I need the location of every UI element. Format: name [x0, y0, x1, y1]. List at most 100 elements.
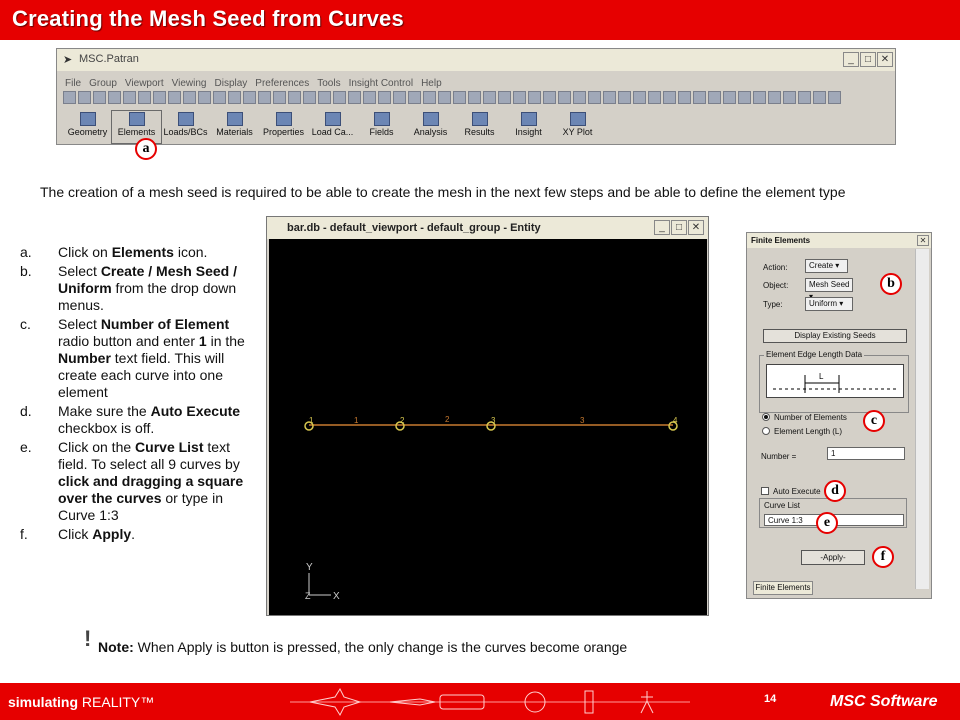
fe-close-icon[interactable]: ✕: [917, 235, 929, 246]
toolbar-icon[interactable]: [93, 91, 106, 104]
menu-item[interactable]: Preferences: [255, 78, 309, 89]
menu-item[interactable]: Group: [89, 78, 117, 89]
app-button-insight[interactable]: Insight: [504, 111, 553, 143]
toolbar-icon[interactable]: [558, 91, 571, 104]
viewport-minimize-icon[interactable]: _: [654, 220, 670, 235]
close-icon[interactable]: ✕: [877, 52, 893, 67]
toolbar-icon[interactable]: [348, 91, 361, 104]
viewport-close-icon[interactable]: ✕: [688, 220, 704, 235]
auto-execute-checkbox[interactable]: [761, 487, 769, 495]
toolbar-icon[interactable]: [738, 91, 751, 104]
curve-label: 3: [580, 416, 585, 425]
menu-item[interactable]: Insight Control: [349, 78, 413, 89]
toolbar-icon[interactable]: [648, 91, 661, 104]
step-item: c. Select Number of Element radio button …: [20, 316, 248, 401]
app-button-geometry[interactable]: Geometry: [63, 111, 112, 143]
toolbar-icon[interactable]: [258, 91, 271, 104]
display-existing-seeds-button[interactable]: Display Existing Seeds: [763, 329, 907, 343]
minimize-icon[interactable]: _: [843, 52, 859, 67]
toolbar-icon[interactable]: [183, 91, 196, 104]
app-button-results[interactable]: Results: [455, 111, 504, 143]
menu-item[interactable]: Help: [421, 78, 442, 89]
maximize-icon[interactable]: □: [860, 52, 876, 67]
menu-item[interactable]: Tools: [317, 78, 340, 89]
type-select[interactable]: Uniform ▾: [805, 297, 853, 311]
menu-item[interactable]: Viewing: [172, 78, 207, 89]
toolbar-icon[interactable]: [243, 91, 256, 104]
toolbar-icon[interactable]: [288, 91, 301, 104]
toolbar-icon[interactable]: [573, 91, 586, 104]
menu-item[interactable]: File: [65, 78, 81, 89]
toolbar-icon[interactable]: [303, 91, 316, 104]
toolbar-icon[interactable]: [663, 91, 676, 104]
action-select[interactable]: Create ▾: [805, 259, 848, 273]
toolbar-icon[interactable]: [153, 91, 166, 104]
object-select[interactable]: Mesh Seed ▾: [805, 278, 853, 301]
toolbar-icon[interactable]: [768, 91, 781, 104]
toolbar-icon[interactable]: [483, 91, 496, 104]
toolbar-icon[interactable]: [378, 91, 391, 104]
menu-item[interactable]: Display: [215, 78, 248, 89]
toolbar-icon[interactable]: [423, 91, 436, 104]
toolbar-icon[interactable]: [168, 91, 181, 104]
toolbar-icon[interactable]: [543, 91, 556, 104]
radio-number-of-elements[interactable]: [762, 413, 770, 421]
marker-f: f: [872, 546, 894, 568]
tab-finite-elements[interactable]: Finite Elements: [753, 581, 813, 595]
number-input[interactable]: 1: [827, 447, 905, 460]
object-value: Mesh Seed: [809, 280, 850, 289]
slide-title-bar: Creating the Mesh Seed from Curves: [0, 0, 960, 40]
toolbar-icon[interactable]: [513, 91, 526, 104]
apply-button[interactable]: -Apply-: [801, 550, 865, 565]
toolbar-icon[interactable]: [213, 91, 226, 104]
radio-element-length[interactable]: [762, 427, 770, 435]
axis-y-label: Y: [306, 562, 313, 573]
toolbar-icon[interactable]: [123, 91, 136, 104]
toolbar-icon[interactable]: [708, 91, 721, 104]
toolbar-icon[interactable]: [723, 91, 736, 104]
toolbar-icon[interactable]: [783, 91, 796, 104]
toolbar-icon[interactable]: [633, 91, 646, 104]
toolbar-icon[interactable]: [273, 91, 286, 104]
app-button-materials[interactable]: Materials: [210, 111, 259, 143]
toolbar-icon[interactable]: [333, 91, 346, 104]
menu-item[interactable]: Viewport: [125, 78, 164, 89]
toolbar-icon[interactable]: [798, 91, 811, 104]
toolbar-icon[interactable]: [603, 91, 616, 104]
toolbar-icon[interactable]: [198, 91, 211, 104]
toolbar-icon[interactable]: [78, 91, 91, 104]
toolbar-icon[interactable]: [318, 91, 331, 104]
toolbar-icon[interactable]: [468, 91, 481, 104]
app-button-loads-bcs[interactable]: Loads/BCs: [161, 111, 210, 143]
toolbar-icon[interactable]: [408, 91, 421, 104]
toolbar-icon[interactable]: [453, 91, 466, 104]
toolbar-icon[interactable]: [678, 91, 691, 104]
app-button-elements[interactable]: Elements: [111, 110, 162, 144]
toolbar-icon[interactable]: [63, 91, 76, 104]
viewport-maximize-icon[interactable]: □: [671, 220, 687, 235]
viewport-window: bar.db - default_viewport - default_grou…: [266, 216, 709, 616]
toolbar-icon[interactable]: [753, 91, 766, 104]
toolbar-icon[interactable]: [813, 91, 826, 104]
fe-scrollbar[interactable]: [915, 249, 929, 589]
toolbar-icon[interactable]: [693, 91, 706, 104]
toolbar-icon[interactable]: [588, 91, 601, 104]
toolbar-icon[interactable]: [393, 91, 406, 104]
toolbar-icon[interactable]: [363, 91, 376, 104]
toolbar-icon[interactable]: [138, 91, 151, 104]
toolbar-icon[interactable]: [108, 91, 121, 104]
toolbar-icon[interactable]: [228, 91, 241, 104]
app-button-fields[interactable]: Fields: [357, 111, 406, 143]
app-button-analysis[interactable]: Analysis: [406, 111, 455, 143]
toolbar-icon[interactable]: [828, 91, 841, 104]
app-label: Load Ca...: [311, 127, 354, 137]
toolbar-icon[interactable]: [618, 91, 631, 104]
toolbar-icon[interactable]: [528, 91, 541, 104]
app-button-properties[interactable]: Properties: [259, 111, 308, 143]
toolbar-icon[interactable]: [438, 91, 451, 104]
app-button-xy-plot[interactable]: XY Plot: [553, 111, 602, 143]
app-button-load-ca[interactable]: Load Ca...: [308, 111, 357, 143]
step-label: e.: [20, 439, 32, 455]
viewport-canvas[interactable]: 1 2 3 4 1 2 3 Y X Z: [269, 239, 707, 615]
toolbar-icon[interactable]: [498, 91, 511, 104]
